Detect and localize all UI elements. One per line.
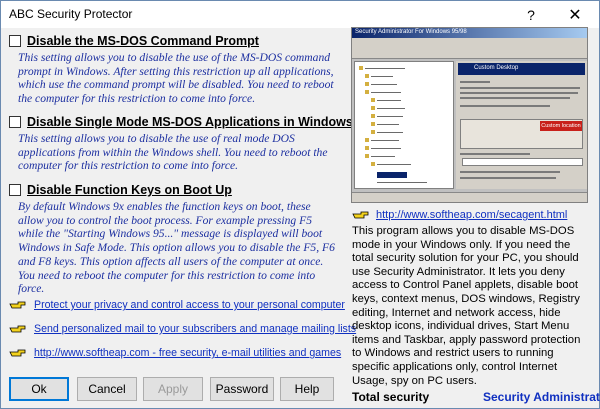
- preview-tree: [354, 61, 454, 189]
- pointing-hand-icon: [9, 349, 26, 357]
- folder-icon: [365, 74, 369, 78]
- link-text[interactable]: Send personalized mail to your subscribe…: [34, 323, 356, 335]
- folder-icon: [371, 162, 375, 166]
- option-title[interactable]: Disable the MS-DOS Command Prompt: [27, 34, 259, 48]
- link-text[interactable]: Protect your privacy and control access …: [34, 299, 345, 311]
- password-button[interactable]: Password: [210, 377, 274, 401]
- folder-icon: [365, 146, 369, 150]
- cancel-button[interactable]: Cancel: [77, 377, 137, 401]
- help-button[interactable]: Help: [280, 377, 334, 401]
- apply-button[interactable]: Apply: [143, 377, 203, 401]
- product-screenshot: Security Administrator For Windows 95/98: [351, 27, 588, 203]
- help-icon[interactable]: ?: [514, 1, 548, 28]
- preview-details-pane: Custom Desktop Custom location: [456, 61, 587, 189]
- link-mailing[interactable]: Send personalized mail to your subscribe…: [9, 321, 356, 337]
- pointing-hand-icon: [352, 211, 369, 219]
- close-icon[interactable]: ✕: [558, 1, 592, 28]
- option-disable-function-keys: Disable Function Keys on Boot Up By defa…: [9, 182, 339, 296]
- folder-icon: [371, 122, 375, 126]
- link-text[interactable]: http://www.softheap.com - free security,…: [34, 347, 341, 359]
- ok-button[interactable]: Ok: [9, 377, 69, 401]
- folder-icon: [371, 114, 375, 118]
- link-text[interactable]: http://www.softheap.com/secagent.html: [376, 209, 567, 221]
- folder-icon: [371, 98, 375, 102]
- checkbox-disable-single-mode-dos[interactable]: [9, 116, 21, 128]
- checkbox-disable-command-prompt[interactable]: [9, 35, 21, 47]
- folder-icon: [365, 154, 369, 158]
- preview-path-input: [462, 158, 583, 166]
- title-bar: ABC Security Protector ? ✕: [1, 1, 599, 28]
- option-title[interactable]: Disable Single Mode MS-DOS Applications …: [27, 115, 353, 129]
- checkbox-disable-function-keys[interactable]: [9, 184, 21, 196]
- option-description: This setting allows you to disable the u…: [18, 51, 334, 106]
- product-info-text: This program allows you to disable MS-DO…: [352, 225, 581, 387]
- footer-product-name[interactable]: Security Administrator: [483, 390, 600, 404]
- folder-icon: [359, 66, 363, 70]
- preview-title: Security Administrator For Windows 95/98: [355, 29, 467, 35]
- option-description: By default Windows 9x enables the functi…: [18, 200, 335, 296]
- window-title: ABC Security Protector: [9, 7, 133, 21]
- selected-tree-item: [377, 172, 407, 178]
- preview-pane-title: Custom Desktop: [474, 65, 519, 71]
- preview-status-bar: [352, 192, 587, 202]
- option-disable-command-prompt: Disable the MS-DOS Command Prompt This s…: [9, 33, 339, 106]
- option-disable-single-mode-dos: Disable Single Mode MS-DOS Applications …: [9, 114, 353, 173]
- option-description: This setting allows you to disable the u…: [18, 132, 328, 173]
- preview-pane-header: Custom Desktop: [458, 63, 585, 75]
- preview-title-bar: Security Administrator For Windows 95/98: [352, 28, 587, 38]
- pointing-hand-icon: [9, 301, 26, 309]
- folder-icon: [365, 90, 369, 94]
- option-title[interactable]: Disable Function Keys on Boot Up: [27, 183, 232, 197]
- app-window: ABC Security Protector ? ✕ Disable the M…: [0, 0, 600, 409]
- folder-icon: [371, 106, 375, 110]
- link-privacy[interactable]: Protect your privacy and control access …: [9, 297, 345, 313]
- link-secagent[interactable]: http://www.softheap.com/secagent.html: [352, 209, 567, 221]
- link-softheap[interactable]: http://www.softheap.com - free security,…: [9, 345, 341, 361]
- footer-tagline: Total security: [352, 390, 430, 404]
- custom-location-badge: Custom location: [540, 121, 582, 131]
- folder-icon: [365, 138, 369, 142]
- preview-toolbar: [352, 47, 587, 59]
- pointing-hand-icon: [9, 325, 26, 333]
- folder-icon: [365, 82, 369, 86]
- preview-menu-bar: [352, 38, 587, 47]
- folder-icon: [371, 130, 375, 134]
